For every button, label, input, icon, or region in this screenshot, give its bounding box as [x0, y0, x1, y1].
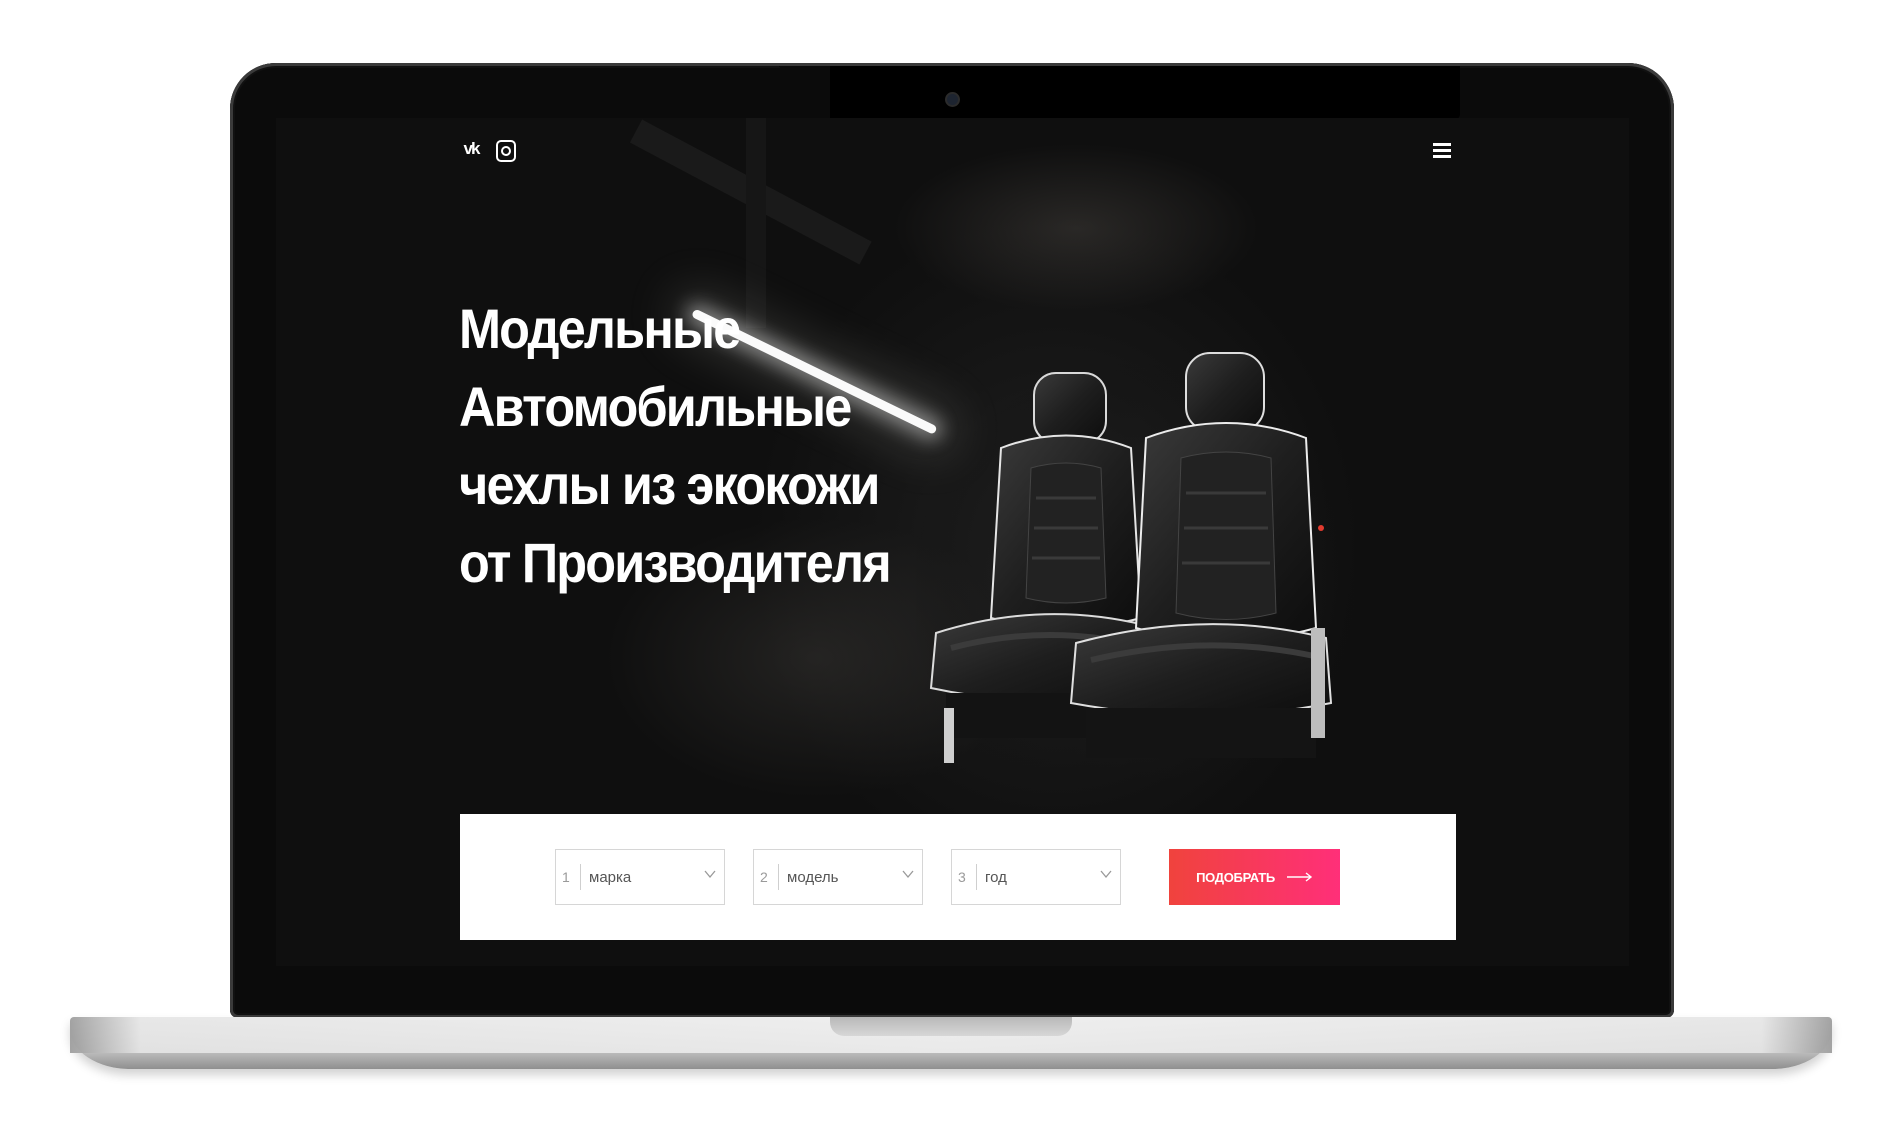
brand-select-number: 1 [562, 864, 581, 890]
chevron-down-icon [704, 870, 716, 879]
laptop-opening-notch [830, 1017, 1072, 1036]
model-select-label: модель [787, 868, 839, 886]
vk-icon[interactable]: vk [460, 138, 482, 160]
hero-title-line: от Производителя [459, 531, 892, 594]
instagram-icon[interactable] [496, 140, 516, 162]
year-select-number: 3 [958, 864, 977, 890]
year-select[interactable]: 3 год [951, 849, 1121, 905]
top-bar: vk [276, 118, 1629, 178]
webcam-icon [945, 92, 960, 107]
year-select-label: год [985, 868, 1007, 886]
chevron-down-icon [902, 870, 914, 879]
arrow-right-icon [1286, 872, 1313, 882]
hero-title-line: Автомобильные [459, 375, 852, 438]
pick-button-label: ПОДОБРАТЬ [1196, 869, 1275, 885]
camera-notch [780, 66, 1460, 120]
hero-title-line: Модельные [459, 297, 741, 360]
pick-button[interactable]: ПОДОБРАТЬ [1169, 849, 1340, 905]
brand-select-label: марка [589, 868, 632, 886]
hero-title-line: чехлы из экокожи [459, 453, 880, 516]
brand-select[interactable]: 1 марка [555, 849, 725, 905]
car-seats-image [916, 352, 1356, 778]
hamburger-menu-icon[interactable] [1433, 143, 1451, 158]
chevron-down-icon [1100, 870, 1112, 879]
website-screen: vk Модельные Автомобильные чехлы из экок… [276, 118, 1629, 966]
model-select[interactable]: 2 модель [753, 849, 923, 905]
hero-title: Модельные Автомобильные чехлы из экокожи… [459, 290, 927, 602]
car-filter-bar: 1 марка 2 модель 3 год ПОДОБРАТЬ [460, 814, 1456, 940]
model-select-number: 2 [760, 864, 779, 890]
